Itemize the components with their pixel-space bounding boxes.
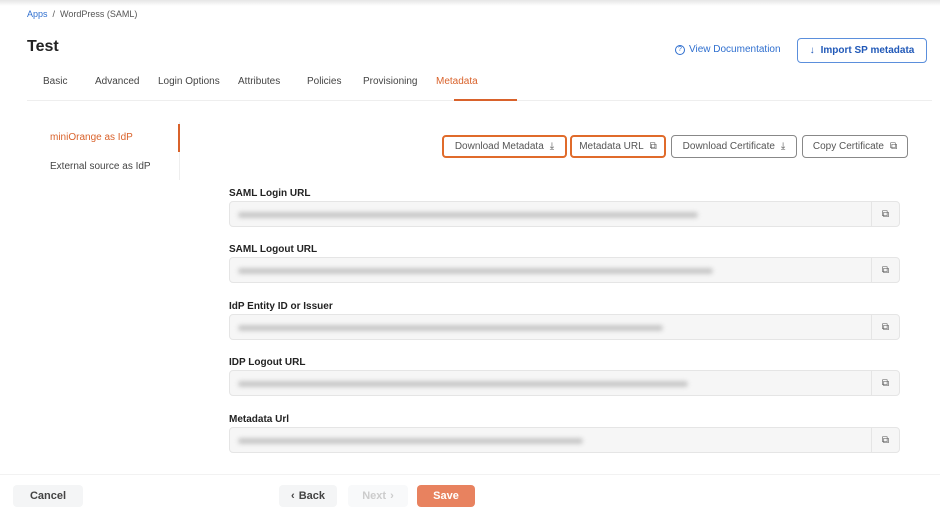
download-icon: ⤓ <box>780 141 786 152</box>
idp-logout-url-field[interactable]: ⧉ <box>229 370 900 396</box>
download-certificate-button[interactable]: Download Certificate ⤓ <box>671 135 797 158</box>
saml-logout-url-field[interactable]: ⧉ <box>229 257 900 283</box>
copy-icon[interactable]: ⧉ <box>871 315 899 339</box>
sidebar-item-external-idp[interactable]: External source as IdP <box>50 161 151 172</box>
tab-metadata[interactable]: Metadata <box>436 76 478 87</box>
sidebar-active-indicator <box>178 124 180 152</box>
saml-login-url-label: SAML Login URL <box>229 188 311 199</box>
breadcrumb-separator: / <box>52 9 56 19</box>
metadata-url-button[interactable]: Metadata URL ⧉ <box>570 135 666 158</box>
chevron-right-icon: › <box>390 490 394 502</box>
idp-entity-id-label: IdP Entity ID or Issuer <box>229 301 333 312</box>
active-tab-indicator <box>454 99 517 101</box>
sidebar-item-miniorange-idp[interactable]: miniOrange as IdP <box>50 132 133 143</box>
import-label: Import SP metadata <box>820 45 915 56</box>
tab-advanced[interactable]: Advanced <box>95 76 139 87</box>
metadata-url-field[interactable]: ⧉ <box>229 427 900 453</box>
copy-icon: ⧉ <box>649 141 657 152</box>
tab-policies[interactable]: Policies <box>307 76 341 87</box>
save-button[interactable]: Save <box>417 485 475 507</box>
cancel-button[interactable]: Cancel <box>13 485 83 507</box>
next-button[interactable]: Next › <box>348 485 408 507</box>
copy-icon: ⧉ <box>890 141 898 152</box>
saml-login-url-field[interactable]: ⧉ <box>229 201 900 227</box>
copy-icon[interactable]: ⧉ <box>871 428 899 452</box>
import-sp-metadata-button[interactable]: ↓ Import SP metadata <box>797 38 927 63</box>
page-title: Test <box>27 38 59 55</box>
chevron-left-icon: ‹ <box>291 490 295 502</box>
sidebar: miniOrange as IdP External source as IdP <box>27 122 180 180</box>
copy-certificate-button[interactable]: Copy Certificate ⧉ <box>802 135 908 158</box>
download-metadata-button[interactable]: Download Metadata ⤓ <box>442 135 567 158</box>
back-button[interactable]: ‹ Back <box>279 485 337 507</box>
next-label: Next <box>362 490 387 502</box>
download-certificate-label: Download Certificate <box>682 141 775 152</box>
arrow-down-icon: ↓ <box>809 45 815 56</box>
copy-icon[interactable]: ⧉ <box>871 202 899 226</box>
tab-bar: Basic Advanced Login Options Attributes … <box>27 70 932 101</box>
blurred-value <box>238 438 583 444</box>
tab-provisioning[interactable]: Provisioning <box>363 76 417 87</box>
tab-login-options[interactable]: Login Options <box>158 76 220 87</box>
idp-logout-url-label: IDP Logout URL <box>229 357 306 368</box>
saml-logout-url-label: SAML Logout URL <box>229 244 318 255</box>
metadata-url-label: Metadata URL <box>579 141 644 152</box>
tab-attributes[interactable]: Attributes <box>238 76 280 87</box>
download-icon: ⤓ <box>549 141 555 152</box>
idp-entity-id-field[interactable]: ⧉ <box>229 314 900 340</box>
tab-basic[interactable]: Basic <box>43 76 67 87</box>
copy-icon[interactable]: ⧉ <box>871 371 899 395</box>
help-icon: ? <box>675 44 685 55</box>
blurred-value <box>238 325 663 331</box>
back-label: Back <box>298 490 325 502</box>
blurred-value <box>238 381 688 387</box>
blurred-value <box>238 268 713 274</box>
metadata-url-label: Metadata Url <box>229 414 290 425</box>
breadcrumb: Apps / WordPress (SAML) <box>27 9 137 19</box>
breadcrumb-apps-link[interactable]: Apps <box>27 9 48 19</box>
blurred-value <box>238 212 698 218</box>
breadcrumb-current: WordPress (SAML) <box>60 9 138 19</box>
top-shadow <box>0 0 940 6</box>
view-documentation-label: View Documentation <box>689 44 781 55</box>
view-documentation-link[interactable]: ? View Documentation <box>675 44 781 55</box>
copy-certificate-label: Copy Certificate <box>812 141 884 152</box>
copy-icon[interactable]: ⧉ <box>871 258 899 282</box>
download-metadata-label: Download Metadata <box>454 141 544 152</box>
